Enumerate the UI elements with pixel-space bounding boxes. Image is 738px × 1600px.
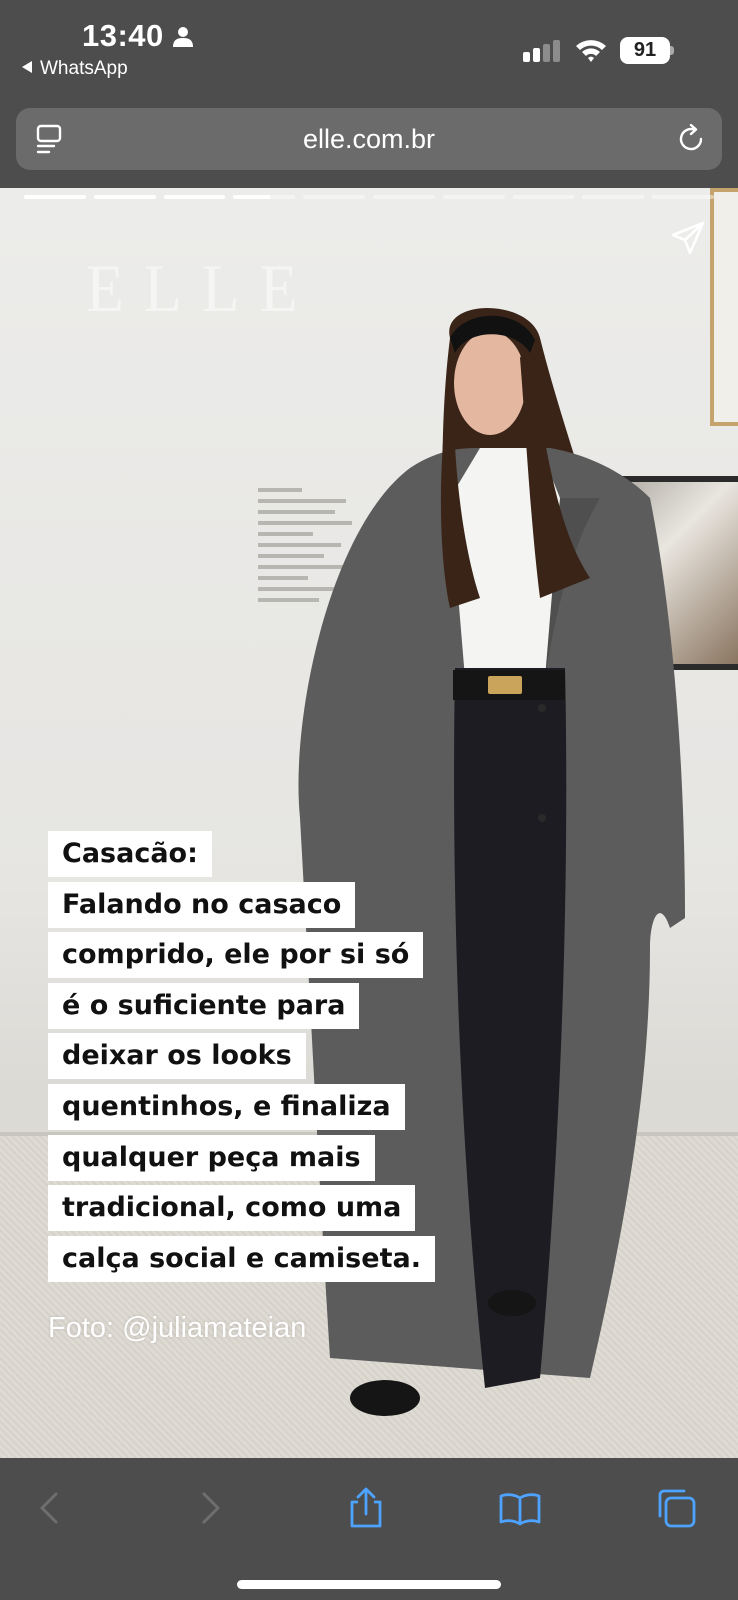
caption-line: comprido, ele por si só: [48, 932, 424, 979]
story-caption: Casacão: Falando no casaco comprido, ele p…: [48, 831, 435, 1286]
caption-line: Falando no casaco: [48, 881, 356, 928]
progress-segment: [24, 195, 86, 199]
clock: 13:40: [82, 18, 164, 53]
address-bar[interactable]: elle.com.br: [16, 108, 722, 170]
back-arrow-icon: [22, 61, 32, 73]
person-icon: [173, 27, 193, 47]
progress-segment: [233, 195, 296, 199]
progress-segment: [582, 195, 645, 199]
progress-segment: [512, 195, 575, 199]
caption-line: qualquer peça mais: [48, 1134, 375, 1181]
caption-line: tradicional, como uma: [48, 1185, 416, 1232]
url-text[interactable]: elle.com.br: [16, 108, 722, 170]
caption-line: é o suficiente para: [48, 982, 360, 1029]
photo-credit: Foto: @juliamateian: [48, 1312, 307, 1344]
caption-line: Casacão:: [48, 831, 212, 877]
caption-line: deixar os looks: [48, 1033, 306, 1080]
address-bar-container: elle.com.br: [0, 100, 738, 188]
wifi-icon: [576, 40, 606, 62]
reload-icon[interactable]: [676, 124, 706, 154]
bookmarks-icon[interactable]: [498, 1486, 542, 1530]
progress-segment-fill: [233, 195, 271, 199]
progress-segment: [303, 195, 365, 199]
back-app-label: WhatsApp: [40, 58, 128, 79]
browser-toolbar: [0, 1458, 738, 1600]
battery-indicator: 91: [620, 37, 674, 64]
status-bar: 13:40 WhatsApp 91: [0, 0, 738, 100]
home-indicator[interactable]: [237, 1580, 501, 1589]
progress-segment: [163, 195, 226, 199]
progress-segment-fill: [163, 195, 226, 199]
progress-segment-fill: [24, 195, 86, 199]
back-to-app-link[interactable]: WhatsApp: [22, 58, 128, 80]
send-icon[interactable]: [670, 220, 706, 256]
progress-segment: [93, 195, 156, 199]
battery-level: 91: [633, 39, 657, 61]
story-progress-bar: [24, 195, 714, 199]
progress-segment-fill: [93, 195, 156, 199]
elle-logo: ELLE: [86, 251, 318, 327]
tabs-icon[interactable]: [654, 1486, 698, 1530]
forward-icon[interactable]: [188, 1486, 232, 1530]
share-icon[interactable]: [344, 1486, 388, 1530]
progress-segment: [442, 195, 505, 199]
caption-line: calça social e camiseta.: [48, 1235, 435, 1282]
cellular-signal-icon: [523, 40, 560, 62]
progress-segment: [652, 195, 714, 199]
battery-tip: [670, 46, 674, 55]
back-icon[interactable]: [28, 1486, 72, 1530]
caption-line: quentinhos, e finaliza: [48, 1083, 405, 1130]
wall-artwork-frame: [710, 188, 738, 426]
story-viewer[interactable]: ELLE Casacão: Falando no casaco comprido, …: [0, 188, 738, 1458]
progress-segment: [372, 195, 435, 199]
